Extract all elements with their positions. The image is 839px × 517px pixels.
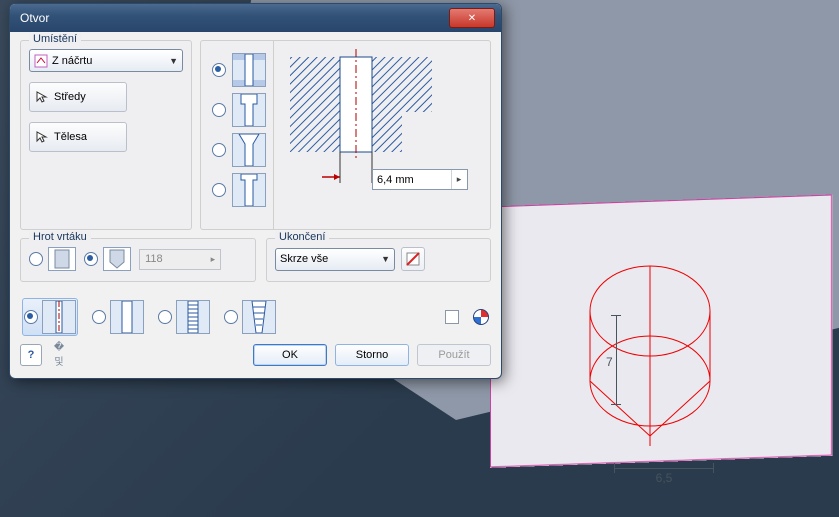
- flip-direction-button[interactable]: [401, 247, 425, 271]
- solids-button[interactable]: Tělesa: [29, 122, 127, 152]
- thread-type-row: [22, 298, 489, 336]
- termination-caption: Ukončení: [275, 231, 329, 243]
- apply-button: Použít: [417, 344, 491, 366]
- color-override-icon[interactable]: [473, 309, 489, 325]
- drill-angled[interactable]: [84, 247, 131, 271]
- clearance-thread-icon: [110, 300, 144, 334]
- termination-combo[interactable]: Skrze vše ▼: [275, 248, 395, 271]
- chevron-down-icon: ▼: [169, 56, 178, 66]
- expand-toggle-icon[interactable]: �및: [50, 342, 68, 368]
- dialog-title: Otvor: [20, 11, 449, 25]
- drill-point-caption: Hrot vrtáku: [29, 231, 91, 243]
- counterbore-hole-icon: [232, 93, 266, 127]
- sketch-plane: [490, 195, 832, 468]
- centers-button[interactable]: Středy: [29, 82, 127, 112]
- dimension-radius-value: 6,5: [614, 471, 714, 485]
- hole-preview-panel: ▸: [273, 41, 490, 229]
- thread-none[interactable]: [22, 298, 78, 336]
- dimension-height-value: 7: [606, 355, 613, 369]
- simple-hole-icon: [232, 53, 266, 87]
- centers-button-label: Středy: [54, 91, 86, 103]
- diameter-input[interactable]: [373, 174, 451, 186]
- spinner-icon[interactable]: ▸: [451, 170, 466, 189]
- placement-combo[interactable]: Z náčrtu ▼: [29, 49, 183, 72]
- termination-combo-label: Skrze vše: [280, 253, 381, 265]
- close-icon: ✕: [468, 13, 476, 24]
- taper-thread-icon: [242, 300, 276, 334]
- dimension-height[interactable]: 7: [612, 315, 617, 405]
- hole-dialog: Otvor ✕ Umístění Z náčrtu ▼ Středy: [9, 3, 502, 379]
- cursor-icon: [36, 91, 48, 103]
- help-button[interactable]: ?: [20, 344, 42, 366]
- spotface-hole-icon: [232, 173, 266, 207]
- tapped-thread-icon: [176, 300, 210, 334]
- termination-group: Ukončení Skrze vše ▼: [266, 238, 491, 282]
- flip-direction-icon: [405, 251, 421, 267]
- solids-button-label: Tělesa: [54, 131, 87, 143]
- placement-caption: Umístění: [29, 33, 81, 45]
- sketch-icon: [34, 54, 48, 68]
- diameter-field[interactable]: ▸: [372, 169, 468, 190]
- none-thread-icon: [42, 300, 76, 334]
- drill-flat[interactable]: [29, 247, 76, 271]
- placement-group: Umístění Z náčrtu ▼ Středy Tělesa: [20, 40, 192, 230]
- cursor-icon: [36, 131, 48, 143]
- dialog-titlebar[interactable]: Otvor ✕: [10, 4, 501, 32]
- help-icon: ?: [28, 349, 35, 361]
- drill-angle-field: 118 ▸: [139, 249, 221, 270]
- countersink-hole-icon: [232, 133, 266, 167]
- hole-type-group: ▸: [200, 40, 491, 230]
- thread-clearance[interactable]: [92, 300, 144, 334]
- close-button[interactable]: ✕: [449, 8, 495, 28]
- angled-tip-icon: [103, 247, 131, 271]
- ok-button[interactable]: OK: [253, 344, 327, 366]
- thread-tapped[interactable]: [158, 300, 210, 334]
- spinner-icon: ▸: [211, 254, 216, 265]
- thread-taper[interactable]: [224, 300, 276, 334]
- hole-type-spotface[interactable]: [212, 173, 265, 207]
- placement-combo-label: Z náčrtu: [52, 55, 169, 67]
- dimension-radius[interactable]: 6,5: [614, 468, 714, 485]
- flat-tip-icon: [48, 247, 76, 271]
- chevron-down-icon: ▼: [381, 254, 390, 264]
- hole-type-counterbore[interactable]: [212, 93, 265, 127]
- drill-angle-value: 118: [145, 253, 163, 265]
- hole-type-simple[interactable]: [212, 53, 265, 87]
- drill-point-group: Hrot vrtáku 118 ▸: [20, 238, 256, 282]
- cancel-button[interactable]: Storno: [335, 344, 409, 366]
- preserve-checkbox[interactable]: [445, 310, 459, 324]
- hole-type-countersink[interactable]: [212, 133, 265, 167]
